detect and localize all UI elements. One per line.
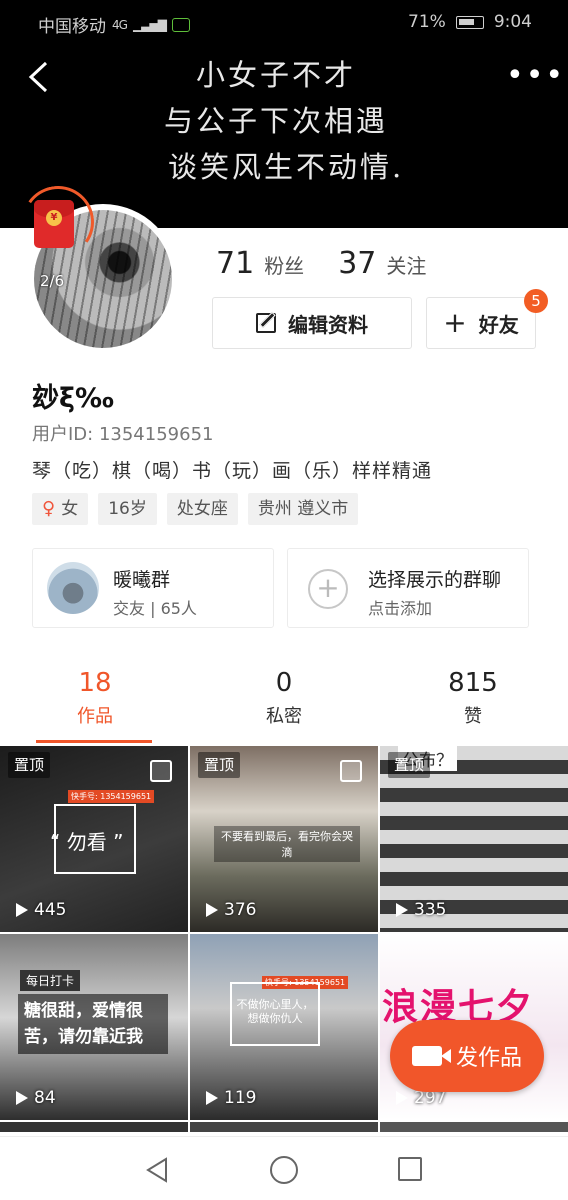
zodiac-tag: 处女座	[166, 493, 238, 525]
publish-button[interactable]: 发作品	[390, 1020, 544, 1092]
tile-overlay-text: 糖很甜，爱情很苦，请勿靠近我	[18, 994, 168, 1054]
nickname: 玅ξ‰	[32, 383, 114, 414]
friend-badge: 5	[524, 289, 548, 313]
status-bar: 中国移动 4G ▁▃▅▇ 71% 9:04	[0, 0, 568, 44]
works-count: 18	[78, 668, 112, 698]
play-count: 445	[16, 900, 66, 920]
tab-private[interactable]: 0 私密	[214, 668, 354, 728]
group-avatar	[47, 562, 99, 614]
stats-row: 71 粉丝 37 关注	[216, 246, 426, 281]
group-card[interactable]: 暖曦群 交友 | 65人	[32, 548, 274, 628]
edit-profile-button[interactable]: 编辑资料	[212, 297, 412, 349]
more-button[interactable]: •••	[506, 61, 563, 96]
followers-label: 粉丝	[264, 254, 305, 278]
tile-stamp: 快手号: 1354159651	[68, 790, 155, 803]
tile-overlay-text: 不做你心里人，想做你仇人	[230, 982, 320, 1046]
active-tab-indicator	[36, 740, 152, 743]
system-nav-bar	[0, 1136, 568, 1200]
nav-recent-icon[interactable]	[398, 1157, 422, 1181]
tab-works[interactable]: 18 作品	[25, 668, 165, 728]
private-count: 0	[275, 668, 293, 698]
add-group-subtitle: 点击添加	[368, 599, 433, 618]
video-tile[interactable]: 快手号: 1354159651 不做你心里人，想做你仇人 119	[190, 934, 378, 1120]
nav-back-icon[interactable]	[144, 1157, 170, 1183]
edit-profile-label: 编辑资料	[288, 312, 368, 337]
select-checkbox[interactable]	[150, 760, 172, 782]
following-count: 37	[338, 246, 377, 281]
video-tile[interactable]: 公布？ 置顶 335	[380, 746, 568, 932]
clock: 9:04	[493, 12, 532, 32]
video-tile[interactable]	[0, 1122, 188, 1132]
nav-home-icon[interactable]	[270, 1156, 298, 1184]
works-label: 作品	[77, 706, 113, 727]
age-tag: 16岁	[98, 493, 157, 525]
play-count: 376	[206, 900, 256, 920]
add-friend-button[interactable]: + 好友	[426, 297, 536, 349]
bio: 琴（吃）棋（喝）书（玩）画（乐）样样精通	[32, 460, 433, 482]
profile-tags: ♀ 女 16岁 处女座 贵州 遵义市	[32, 493, 359, 525]
user-id[interactable]: 用户ID: 1354159651	[32, 420, 213, 446]
plus-icon: +	[443, 306, 467, 339]
play-icon	[206, 903, 218, 917]
pinned-badge: 置顶	[388, 752, 431, 778]
play-count: 84	[16, 1088, 56, 1108]
location-tag: 贵州 遵义市	[247, 493, 359, 525]
followers-count: 71	[216, 246, 255, 281]
video-camera-icon	[411, 1046, 451, 1066]
video-tile[interactable]: 每日打卡 糖很甜，爱情很苦，请勿靠近我 84	[0, 934, 188, 1120]
add-circle-icon: +	[308, 569, 348, 609]
banner-text: 小女子不才 与公子下次相遇 谈笑风生不动情.	[150, 52, 450, 190]
pinned-badge: 置顶	[198, 752, 241, 778]
banner-line: 小女子不才	[196, 58, 357, 92]
chevron-left-icon	[28, 61, 48, 93]
profile-banner: 中国移动 4G ▁▃▅▇ 71% 9:04 ••• 小女子不才 与公子下次相遇 …	[0, 0, 568, 228]
pinned-badge: 置顶	[8, 752, 51, 778]
play-icon	[16, 903, 28, 917]
play-icon	[16, 1091, 28, 1105]
red-envelope-icon[interactable]: ¥	[34, 200, 74, 248]
likes-count: 815	[448, 668, 498, 698]
redpack-count: 2/6	[40, 272, 65, 290]
tile-overlay-text: “ 勿看 ”	[50, 830, 124, 854]
play-count: 335	[396, 900, 446, 920]
carrier-label: 中国移动	[38, 17, 106, 37]
video-tile[interactable]	[190, 1122, 378, 1132]
likes-label: 赞	[464, 706, 482, 727]
signal-icon: ▁▃▅▇	[132, 17, 167, 32]
battery-icon	[455, 15, 484, 29]
followers-stat[interactable]: 71 粉丝	[216, 246, 304, 281]
add-group-title: 选择展示的群聊	[368, 569, 502, 591]
play-icon	[206, 1091, 218, 1105]
battery-percent: 71%	[408, 12, 446, 32]
network-label: 4G	[112, 17, 128, 32]
more-dots-icon: •••	[506, 58, 566, 93]
video-tile[interactable]	[380, 1122, 568, 1132]
video-tile[interactable]: 快手号: 1354159651 “ 勿看 ” 置顶 445	[0, 746, 188, 932]
back-button[interactable]	[26, 60, 60, 100]
play-icon	[396, 1091, 408, 1105]
tile-stamp: 每日打卡	[20, 970, 81, 991]
group-name: 暖曦群	[113, 569, 171, 591]
banner-line: 谈笑风生不动情.	[168, 150, 405, 184]
gender-tag: ♀ 女	[32, 493, 89, 525]
banner-line: 与公子下次相遇	[164, 104, 389, 138]
add-group-card[interactable]: + 选择展示的群聊 点击添加	[287, 548, 529, 628]
following-label: 关注	[386, 254, 427, 278]
private-label: 私密	[266, 706, 302, 727]
app-notification-icon	[171, 17, 190, 32]
select-checkbox[interactable]	[340, 760, 362, 782]
content-tabs: 18 作品 0 私密 815 赞	[0, 668, 568, 744]
female-icon: ♀	[42, 498, 56, 519]
group-subtitle: 交友 | 65人	[113, 599, 197, 618]
publish-label: 发作品	[455, 1046, 522, 1071]
following-stat[interactable]: 37 关注	[338, 246, 426, 281]
video-tile[interactable]: 不要看到最后，看完你会哭滴 置顶 376	[190, 746, 378, 932]
play-count: 119	[206, 1088, 256, 1108]
edit-icon	[256, 313, 276, 333]
gender-label: 女	[61, 499, 79, 519]
play-icon	[396, 903, 408, 917]
add-friend-label: 好友	[478, 312, 519, 337]
tile-overlay-text: 不要看到最后，看完你会哭滴	[214, 826, 360, 862]
tab-likes[interactable]: 815 赞	[403, 668, 543, 728]
